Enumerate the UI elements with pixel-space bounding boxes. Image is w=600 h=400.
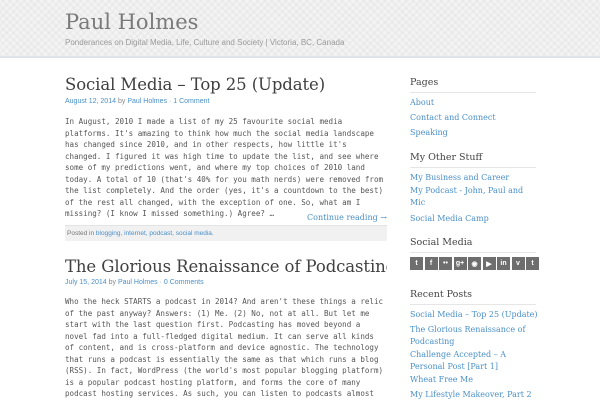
post-comments-link[interactable]: 1 Comment <box>173 98 209 105</box>
sidebar-link-about[interactable]: About <box>410 97 538 109</box>
sidebar-link-contact[interactable]: Contact and Connect <box>410 112 538 124</box>
post-comments-link[interactable]: 0 Comments <box>164 279 204 286</box>
facebook-icon[interactable]: f <box>424 257 438 270</box>
post-excerpt: Who the heck STARTS a podcast in 2014? A… <box>65 297 384 398</box>
twitter-icon[interactable]: t <box>410 257 423 270</box>
posted-in-label: Posted in <box>67 230 95 237</box>
widget-title-pages: Pages <box>410 77 536 93</box>
post-title[interactable]: Social Media – Top 25 (Update) <box>65 75 325 94</box>
tumblr-icon[interactable]: t <box>526 257 539 270</box>
sidebar-link-speaking[interactable]: Speaking <box>410 127 538 139</box>
recent-post-link[interactable]: Wheat Free Me <box>410 374 538 386</box>
linkedin-icon[interactable]: in <box>497 257 510 270</box>
post-author[interactable]: Paul Holmes <box>127 98 167 105</box>
post-meta: August 12, 2014 by Paul Holmes · 1 Comme… <box>65 98 209 105</box>
meta-separator: · <box>159 279 162 286</box>
post-by: by <box>117 98 126 105</box>
recent-post-link[interactable]: Challenge Accepted – A Personal Post [Pa… <box>410 349 538 372</box>
post-excerpt: In August, 2010 I made a list of my 25 f… <box>65 117 384 218</box>
post-author[interactable]: Paul Holmes <box>118 279 158 286</box>
site-description: Ponderances on Digital Media, Life, Cult… <box>65 38 345 47</box>
main-content: Social Media – Top 25 (Update) August 12… <box>65 58 387 400</box>
vimeo-icon[interactable]: v <box>511 257 525 270</box>
googleplus-icon[interactable]: g+ <box>453 257 467 270</box>
widget-title-recent: Recent Posts <box>410 289 536 305</box>
post-meta: July 15, 2014 by Paul Holmes · 0 Comment… <box>65 279 204 286</box>
sidebar-link-business[interactable]: My Business and Career <box>410 172 538 184</box>
continue-reading-link[interactable]: Continue reading → <box>307 213 387 222</box>
recent-post-link[interactable]: Social Media – Top 25 (Update) <box>410 309 538 321</box>
meta-separator: · <box>168 98 172 105</box>
recent-post-link[interactable]: The Glorious Renaissance of Podcasting <box>410 324 538 347</box>
post-title[interactable]: The Glorious Renaissance of Podcasting <box>65 257 387 276</box>
sidebar-link-smcamp[interactable]: Social Media Camp <box>410 213 538 225</box>
category-links[interactable]: blogging, internet, podcast, social medi… <box>96 230 214 237</box>
site-title[interactable]: Paul Holmes <box>65 10 198 34</box>
social-icons: t f •• g+ ◉ ▶ in v t <box>410 257 539 270</box>
widget-title-other-stuff: My Other Stuff <box>410 152 536 168</box>
rss-icon[interactable]: ◉ <box>468 257 481 270</box>
post-date[interactable]: August 12, 2014 <box>65 98 116 105</box>
post-date[interactable]: July 15, 2014 <box>65 279 107 286</box>
recent-post-link[interactable]: My Lifestyle Makeover, Part 2 <box>410 389 538 400</box>
post-categories: Posted in blogging, internet, podcast, s… <box>65 225 387 241</box>
site-header: Paul Holmes Ponderances on Digital Media… <box>0 0 600 58</box>
widget-title-social: Social Media <box>410 237 536 253</box>
youtube-icon[interactable]: ▶ <box>482 257 496 270</box>
sidebar: Pages About Contact and Connect Speaking… <box>410 58 540 400</box>
sidebar-link-podcast[interactable]: My Podcast - John, Paul and Mic <box>410 185 538 208</box>
post-by: by <box>108 279 117 286</box>
flickr-icon[interactable]: •• <box>439 257 452 270</box>
